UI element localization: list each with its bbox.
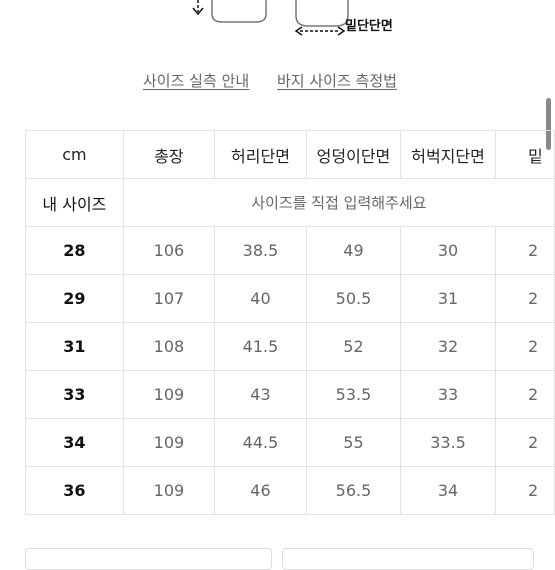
size-label: 34	[25, 418, 124, 467]
table-row: 33 109 43 53.5 33 2	[25, 370, 555, 419]
size-links: 사이즈 실측 안내 바지 사이즈 측정법	[0, 70, 555, 94]
table-cell: 107	[122, 274, 216, 323]
table-cell: 38.5	[214, 226, 307, 275]
table-cell: 46	[214, 466, 307, 515]
table-row: 34 109 44.5 55 33.5 2	[25, 418, 555, 467]
table-cell: 32	[400, 322, 497, 371]
table-cell: 109	[122, 370, 216, 419]
my-size-input-prompt[interactable]: 사이즈를 직접 입력해주세요	[122, 178, 555, 227]
table-cell: 33.5	[400, 418, 497, 467]
table-cell: 2	[495, 322, 555, 371]
pants-diagram: 밑단단면	[0, 0, 555, 45]
table-cell: 41.5	[214, 322, 307, 371]
table-row: 31 108 41.5 52 32 2	[25, 322, 555, 371]
table-row: 36 109 46 56.5 34 2	[25, 466, 555, 515]
table-cell: 53.5	[305, 370, 402, 419]
table-cell: 33	[400, 370, 497, 419]
table-cell: 55	[305, 418, 402, 467]
pants-outline-drawing	[192, 0, 349, 36]
header-cell-waist: 허리단면	[214, 130, 307, 179]
header-cell-hip: 엉덩이단면	[305, 130, 402, 179]
size-label: 28	[25, 226, 124, 275]
table-header-row: cm 총장 허리단면 엉덩이단면 허벅지단면 밑	[25, 130, 555, 179]
my-size-row: 내 사이즈 사이즈를 직접 입력해주세요	[25, 178, 555, 227]
table-cell: 109	[122, 466, 216, 515]
table-cell: 2	[495, 466, 555, 515]
header-cell-length: 총장	[122, 130, 216, 179]
table-cell: 109	[122, 418, 216, 467]
table-cell: 49	[305, 226, 402, 275]
pants-measure-link[interactable]: 바지 사이즈 측정법	[277, 70, 397, 91]
table-cell: 44.5	[214, 418, 307, 467]
size-guide-link[interactable]: 사이즈 실측 안내	[143, 70, 249, 91]
size-label: 31	[25, 322, 124, 371]
table-row: 28 106 38.5 49 30 2	[25, 226, 555, 275]
table-cell: 31	[400, 274, 497, 323]
size-label: 29	[25, 274, 124, 323]
table-cell: 108	[122, 322, 216, 371]
size-label: 36	[25, 466, 124, 515]
table-cell: 106	[122, 226, 216, 275]
table-cell: 52	[305, 322, 402, 371]
hem-width-label: 밑단단면	[345, 19, 393, 34]
table-cell: 2	[495, 274, 555, 323]
header-cell-thigh: 허벅지단면	[400, 130, 497, 179]
table-cell: 40	[214, 274, 307, 323]
table-cell: 2	[495, 226, 555, 275]
table-cell: 56.5	[305, 466, 402, 515]
table-cell: 43	[214, 370, 307, 419]
table-cell: 50.5	[305, 274, 402, 323]
header-cell-rise: 밑	[495, 130, 555, 179]
header-cell-unit: cm	[25, 130, 124, 179]
size-table: cm 총장 허리단면 엉덩이단면 허벅지단면 밑 내 사이즈 사이즈를 직접 입…	[25, 130, 555, 515]
bottom-option-box-right[interactable]	[282, 548, 534, 570]
table-cell: 2	[495, 418, 555, 467]
size-label: 33	[25, 370, 124, 419]
table-row: 29 107 40 50.5 31 2	[25, 274, 555, 323]
table-cell: 34	[400, 466, 497, 515]
table-cell: 30	[400, 226, 497, 275]
bottom-option-box-left[interactable]	[25, 548, 272, 570]
my-size-label: 내 사이즈	[25, 178, 124, 227]
table-cell: 2	[495, 370, 555, 419]
